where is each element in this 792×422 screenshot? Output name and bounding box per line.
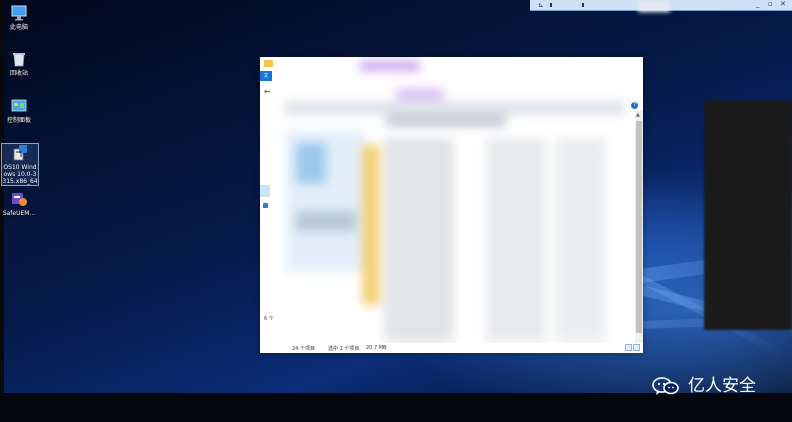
vertical-scrollbar[interactable]: ▲ [635,111,643,343]
signal-bars-icon [550,3,584,7]
desktop-icon-control-panel[interactable]: 控制面板 [1,97,37,124]
control-panel-icon [10,97,28,115]
scroll-up-icon[interactable]: ▲ [636,112,640,118]
file-explorer-window[interactable]: 文 ← 6 个 ? ▲ 24 个项目 选中 1 个项目 20.7 MB [260,57,643,353]
taskbar-area [0,393,792,422]
restore-button[interactable]: ▫ [768,0,773,8]
connection-title [638,0,670,12]
remote-connection-bar[interactable]: ⊾ _ ▫ ✕ [530,0,792,12]
desktop: 此电脑 回收站 控制面板 OS10 Windows 10.0-3315.x86_… [0,0,792,422]
scrollbar-thumb[interactable] [636,121,642,333]
pin-icon[interactable]: ⊾ [538,1,544,9]
desktop-icon-installer[interactable]: OS10 Windows 10.0-3315.x86_64 [1,143,39,186]
recycle-bin-icon [10,50,28,68]
view-toggle[interactable] [625,344,641,351]
status-size: 20.7 MB [366,345,387,351]
back-arrow-icon[interactable]: ← [264,87,271,96]
details-view-button[interactable] [625,344,632,351]
ribbon-tab-file[interactable]: 文 [260,71,272,81]
computer-icon [10,4,28,22]
nav-pane-selected-item[interactable] [260,185,270,197]
network-icon [263,203,268,208]
desktop-icon-recycle-bin[interactable]: 回收站 [1,50,37,77]
nav-pane-count: 6 个 [264,316,274,322]
close-button[interactable]: ✕ [780,0,786,8]
status-selected: 选中 1 个项目 [328,346,360,352]
minimize-button[interactable]: _ [756,0,760,8]
installer-icon [11,144,29,162]
blurred-file-list [276,61,626,347]
status-bar: 24 个项目 选中 1 个项目 20.7 MB [288,343,643,353]
blurred-console-window [704,100,792,330]
status-item-count: 24 个项目 [292,346,315,352]
folder-icon [264,60,273,67]
desktop-icon-this-pc[interactable]: 此电脑 [1,4,37,31]
wechat-icon [652,377,679,395]
safeuem-icon [10,190,28,208]
help-icon[interactable]: ? [631,102,638,109]
large-icons-view-button[interactable] [633,344,640,351]
watermark-text: 亿人安全 [688,376,756,396]
desktop-icon-safeuem[interactable]: SafeUEM... [1,190,37,217]
